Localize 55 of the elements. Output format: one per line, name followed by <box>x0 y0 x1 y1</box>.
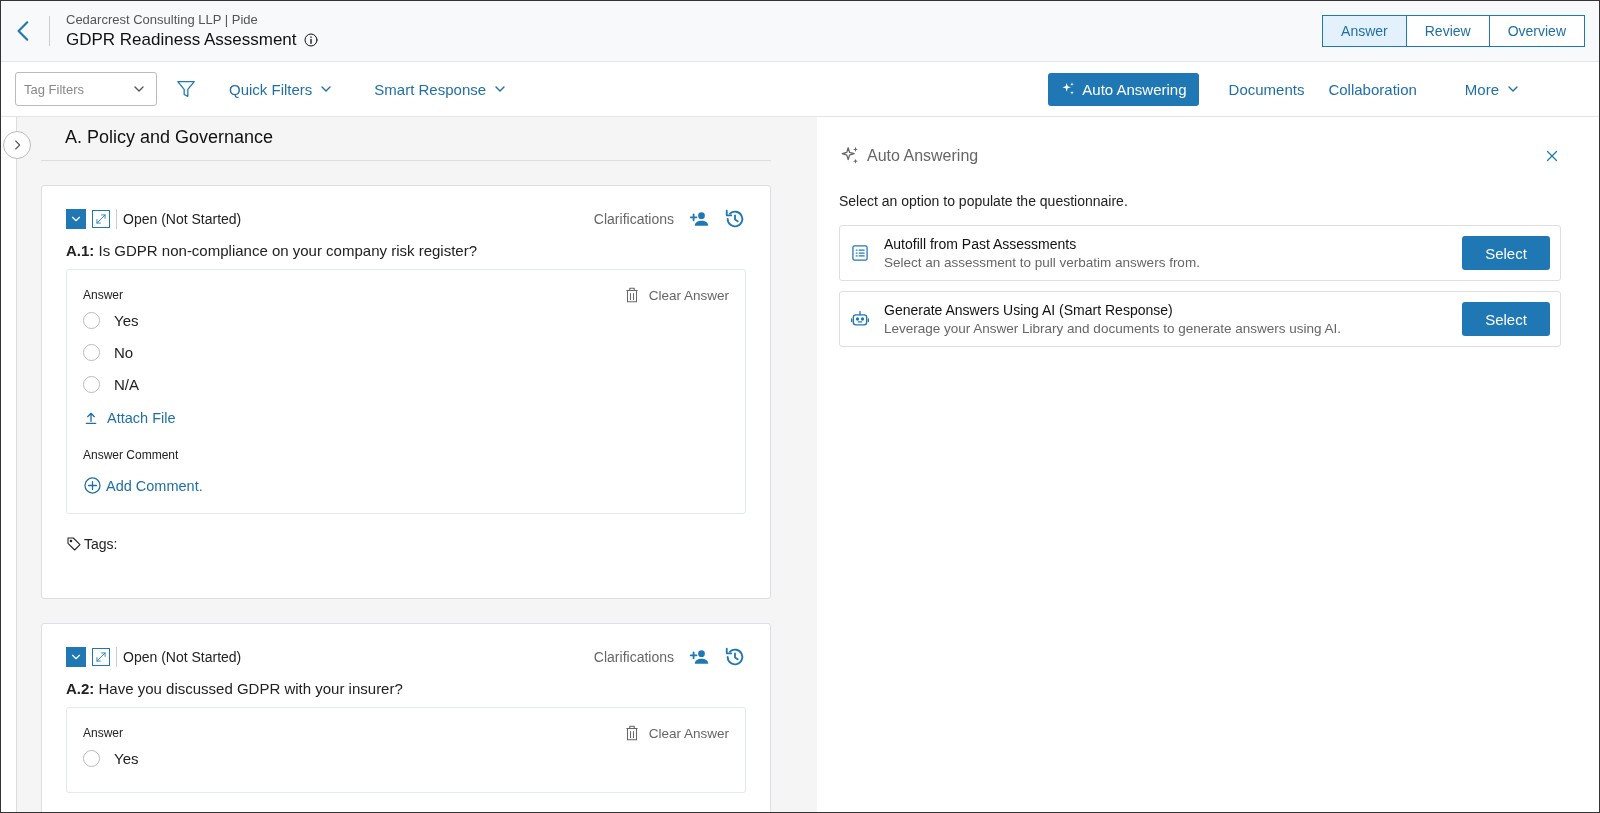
status-label: Open (Not Started) <box>123 211 242 227</box>
section-title: A. Policy and Governance <box>41 117 771 161</box>
more-menu[interactable]: More <box>1456 74 1529 104</box>
view-tab[interactable]: Overview <box>1488 15 1585 47</box>
tag-filter-dropdown[interactable]: Tag Filters <box>15 72 157 106</box>
answer-option[interactable]: N/A <box>83 368 139 400</box>
nav-link[interactable]: Collaboration <box>1320 74 1425 104</box>
tag-icon <box>66 536 82 552</box>
add-person-icon[interactable] <box>688 647 710 667</box>
info-icon[interactable] <box>302 32 319 48</box>
clarifications-link[interactable]: Clarifications <box>593 211 674 227</box>
dropdown-menu[interactable]: Smart Response <box>366 74 517 104</box>
list-icon <box>850 243 870 263</box>
robot-icon <box>850 309 870 329</box>
option-description: Leverage your Answer Library and documents to generate answers using AI. <box>884 321 1342 336</box>
answer-label: Answer <box>83 288 123 302</box>
diagonal-arrow-icon <box>94 650 108 664</box>
expand-button[interactable] <box>92 210 110 228</box>
tags-label: Tags: <box>84 536 118 552</box>
question-text: A.2: Have you discussed GDPR with your insurer? <box>66 680 404 697</box>
add-person-icon[interactable] <box>688 209 710 229</box>
answer-option[interactable]: Yes <box>83 304 139 336</box>
option-title: Generate Answers Using AI (Smart Response) <box>884 302 1174 318</box>
page-title: GDPR Readiness Assessment <box>66 30 297 50</box>
organization-name: Cedarcrest Consulting LLP | Pide <box>66 12 259 27</box>
diagonal-arrow-icon <box>94 212 108 226</box>
collapse-toggle[interactable] <box>66 647 86 667</box>
answer-option[interactable]: Yes <box>83 742 139 774</box>
add-comment-link[interactable]: Add Comment. <box>83 476 203 495</box>
view-tab[interactable]: Answer <box>1322 15 1407 47</box>
view-tab[interactable]: Review <box>1405 15 1490 47</box>
plus-circle-icon <box>83 476 102 495</box>
collapse-toggle[interactable] <box>66 209 86 229</box>
history-icon[interactable] <box>724 646 746 668</box>
question-text: A.1: Is GDPR non-compliance on your company risk register? <box>66 242 478 259</box>
status-label: Open (Not Started) <box>123 649 242 665</box>
attach-file-link[interactable]: Attach File <box>83 410 176 426</box>
clear-answer-button[interactable]: Clear Answer <box>622 286 729 304</box>
panel-intro: Select an option to populate the questionnaire. <box>839 193 1129 209</box>
expand-button[interactable] <box>92 648 110 666</box>
nav-link[interactable]: Documents <box>1220 74 1313 104</box>
auto-answering-button[interactable]: Auto Answering <box>1048 72 1199 106</box>
history-icon[interactable] <box>724 208 746 230</box>
panel-title: Auto Answering <box>867 147 979 165</box>
select-button[interactable]: Select <box>1462 236 1550 270</box>
option-description: Select an assessment to pull verbatim answers from. <box>884 255 1200 270</box>
answer-label: Answer <box>83 726 123 740</box>
answer-comment-label: Answer Comment <box>83 448 180 462</box>
option-title: Autofill from Past Assessments <box>884 236 1078 252</box>
answer-option[interactable]: No <box>83 336 134 368</box>
clarifications-link[interactable]: Clarifications <box>593 649 674 665</box>
dropdown-menu[interactable]: Quick Filters <box>221 74 343 104</box>
clear-answer-button[interactable]: Clear Answer <box>622 724 729 742</box>
upload-icon <box>83 410 99 426</box>
select-button[interactable]: Select <box>1462 302 1550 336</box>
